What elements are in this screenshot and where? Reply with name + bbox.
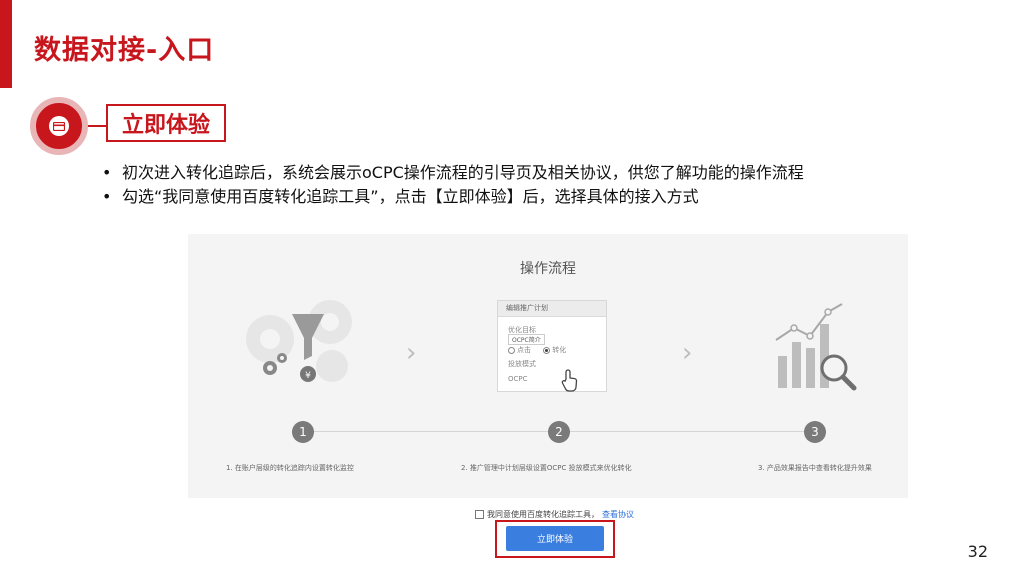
radio-conversion[interactable]	[543, 346, 551, 354]
card-header: 编辑推广计划	[498, 301, 606, 317]
agree-checkbox[interactable]	[475, 510, 484, 519]
step-desc-3: 3. 产品效果报告中查看转化提升效果	[758, 464, 872, 472]
try-now-button[interactable]: 立即体验	[506, 526, 604, 551]
gears-funnel-icon: ¥	[246, 300, 352, 382]
growth-chart-magnifier-icon	[775, 303, 857, 391]
section-label: 立即体验	[106, 104, 226, 142]
flow-title: 操作流程	[520, 261, 576, 277]
mode-label: 投放模式	[508, 360, 536, 368]
mode-value: OCPC	[508, 375, 528, 383]
section-connector	[88, 125, 106, 127]
section-icon-badge	[30, 97, 88, 155]
bullet-item: 勾选“我同意使用百度转化追踪工具”，点击【立即体验】后，选择具体的接入方式	[100, 185, 804, 209]
svg-text:¥: ¥	[305, 371, 311, 381]
hand-cursor-icon	[561, 369, 578, 392]
bullet-item: 初次进入转化追踪后，系统会展示oCPC操作流程的引导页及相关协议，供您了解功能的…	[100, 161, 804, 185]
ocpc-intro-tag: OCPC简介	[508, 334, 545, 345]
step-number-1: 1	[292, 421, 314, 443]
step-number-3: 3	[804, 421, 826, 443]
campaign-edit-card: 编辑推广计划 优化目标 OCPC简介 点击 转化 投放模式 OCPC	[497, 300, 607, 392]
title-accent-bar	[0, 0, 12, 88]
slide-title: 数据对接-入口	[34, 35, 215, 66]
embedded-screenshot: 操作流程 ¥ › 编辑推广计划 优化目标 OCPC简介 点击 转化 投放模式 O…	[188, 234, 908, 498]
agreement-text: 我同意使用百度转化追踪工具，	[487, 510, 599, 519]
chevron-right-icon: ›	[406, 338, 417, 368]
step-number-2: 2	[548, 421, 570, 443]
option-conversion-label: 转化	[552, 346, 567, 354]
step-desc-2: 2. 推广管理中计划层级设置OCPC 投放模式来优化转化	[461, 464, 632, 472]
goal-options: 点击 转化	[508, 345, 566, 355]
view-agreement-link[interactable]: 查看协议	[602, 509, 634, 520]
option-click-label: 点击	[517, 346, 531, 354]
chevron-right-icon: ›	[682, 338, 693, 368]
radio-click[interactable]	[508, 346, 515, 354]
page-number: 32	[967, 542, 988, 561]
card-icon	[49, 116, 69, 136]
bullet-list: 初次进入转化追踪后，系统会展示oCPC操作流程的引导页及相关协议，供您了解功能的…	[100, 161, 804, 209]
agreement-row: 我同意使用百度转化追踪工具， 查看协议	[475, 509, 634, 520]
step-desc-1: 1. 在账户层级的转化追踪内设置转化监控	[226, 464, 354, 472]
